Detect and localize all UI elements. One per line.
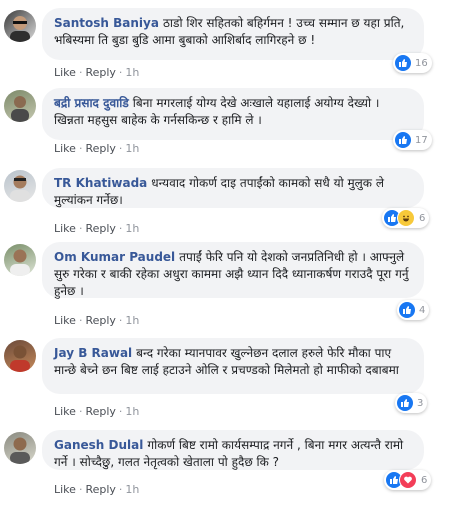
- comment-time[interactable]: 1h: [125, 314, 139, 327]
- comment-author[interactable]: TR Khatiwada: [54, 176, 147, 190]
- separator: ·: [118, 405, 123, 418]
- avatar[interactable]: [4, 340, 36, 372]
- reply-button[interactable]: Reply: [85, 66, 115, 79]
- separator: ·: [78, 405, 83, 418]
- reaction-summary[interactable]: 3: [395, 393, 428, 413]
- reply-button[interactable]: Reply: [85, 405, 115, 418]
- like-button[interactable]: Like: [54, 314, 76, 327]
- like-button[interactable]: Like: [54, 222, 76, 235]
- comment-bubble: बद्री प्रसाद दुवाडि बिना मगरलाई योग्य देख…: [42, 88, 424, 140]
- love-icon: [399, 471, 417, 489]
- separator: ·: [78, 142, 83, 155]
- separator: ·: [118, 483, 123, 496]
- separator: ·: [78, 222, 83, 235]
- reply-button[interactable]: Reply: [85, 222, 115, 235]
- reaction-count: 16: [415, 57, 428, 69]
- reaction-summary[interactable]: 6: [384, 470, 432, 490]
- comment-actions: Like · Reply · 1h: [54, 483, 139, 496]
- reaction-count: 6: [421, 474, 428, 486]
- like-icon: [399, 302, 415, 318]
- avatar[interactable]: [4, 432, 36, 464]
- comment-actions: Like · Reply · 1h: [54, 314, 139, 327]
- avatar-image: [10, 345, 30, 372]
- separator: ·: [78, 66, 83, 79]
- separator: ·: [118, 222, 123, 235]
- comment-author[interactable]: Santosh Baniya: [54, 16, 159, 30]
- reaction-count: 4: [419, 304, 426, 316]
- comment-author[interactable]: Om Kumar Paudel: [54, 250, 175, 264]
- avatar-image: [10, 437, 30, 464]
- reaction-summary[interactable]: 16: [393, 53, 432, 73]
- reaction-count: 17: [415, 134, 428, 146]
- reaction-count: 3: [417, 397, 424, 409]
- reaction-summary[interactable]: 4: [397, 300, 430, 320]
- like-icon: [395, 55, 411, 71]
- like-icon: [397, 395, 413, 411]
- comment-actions: Like · Reply · 1h: [54, 66, 139, 79]
- haha-icon: [397, 209, 415, 227]
- avatar-image: [10, 175, 30, 202]
- comment-author[interactable]: Jay B Rawal: [54, 346, 132, 360]
- avatar-image: [10, 16, 30, 42]
- comment-time[interactable]: 1h: [125, 483, 139, 496]
- comment-time[interactable]: 1h: [125, 405, 139, 418]
- comment-bubble: Santosh Baniya ठाडो शिर सहितको बहिर्गमन !…: [42, 8, 424, 60]
- comment-bubble: Ganesh Dulal गोकर्ण बिष्ट रामो कार्यसम्पा…: [42, 430, 424, 470]
- comment-bubble: Jay B Rawal बन्द गरेका म्यानपावर खुल्नेछन…: [42, 338, 424, 394]
- comment-actions: Like · Reply · 1h: [54, 222, 139, 235]
- separator: ·: [78, 483, 83, 496]
- avatar-image: [11, 96, 29, 122]
- avatar[interactable]: [4, 244, 36, 276]
- separator: ·: [118, 66, 123, 79]
- comment-time[interactable]: 1h: [125, 222, 139, 235]
- separator: ·: [118, 142, 123, 155]
- avatar-image: [10, 249, 30, 276]
- separator: ·: [78, 314, 83, 327]
- like-icon: [395, 132, 411, 148]
- comment-actions: Like · Reply · 1h: [54, 405, 139, 418]
- like-button[interactable]: Like: [54, 483, 76, 496]
- reply-button[interactable]: Reply: [85, 314, 115, 327]
- comment-time[interactable]: 1h: [125, 142, 139, 155]
- comment-bubble: TR Khatiwada धन्यवाद गोकर्ण दाइ तपाईंको क…: [42, 168, 424, 208]
- reaction-summary[interactable]: 17: [393, 130, 432, 150]
- like-button[interactable]: Like: [54, 66, 76, 79]
- comment-actions: Like · Reply · 1h: [54, 142, 139, 155]
- avatar[interactable]: [4, 170, 36, 202]
- comment-time[interactable]: 1h: [125, 66, 139, 79]
- avatar[interactable]: [4, 90, 36, 122]
- separator: ·: [118, 314, 123, 327]
- reply-button[interactable]: Reply: [85, 483, 115, 496]
- comment-author[interactable]: Ganesh Dulal: [54, 438, 143, 452]
- like-button[interactable]: Like: [54, 142, 76, 155]
- like-button[interactable]: Like: [54, 405, 76, 418]
- comment-bubble: Om Kumar Paudel तपाईं फेरि पनि यो देशको ज…: [42, 242, 424, 298]
- comment-author[interactable]: बद्री प्रसाद दुवाडि: [54, 96, 129, 110]
- reply-button[interactable]: Reply: [85, 142, 115, 155]
- reaction-count: 6: [419, 212, 426, 224]
- reaction-summary[interactable]: 6: [382, 208, 430, 228]
- avatar[interactable]: [4, 10, 36, 42]
